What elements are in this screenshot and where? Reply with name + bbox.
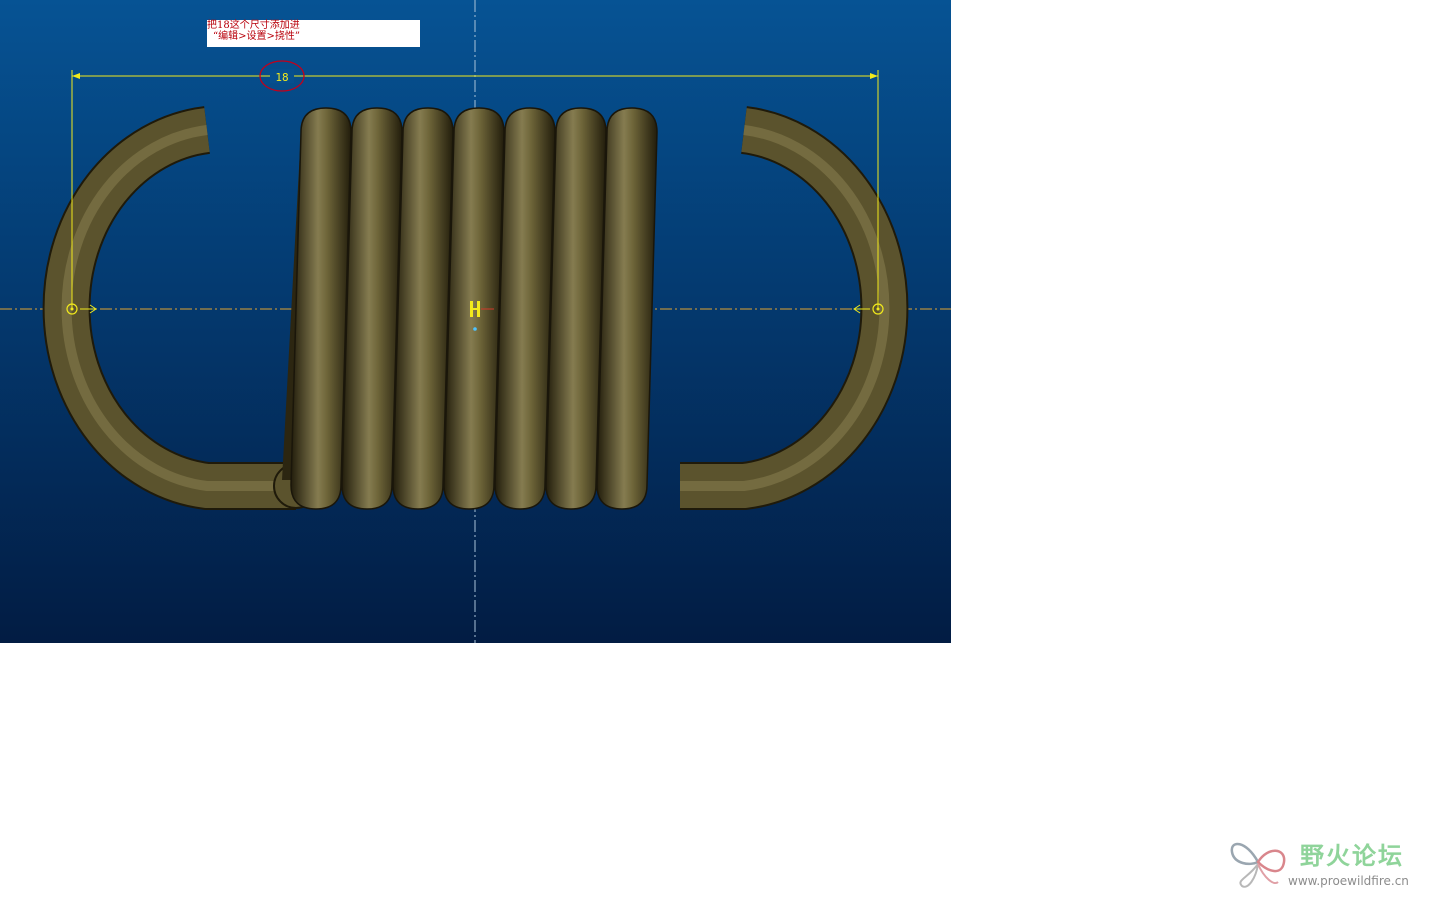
- dimension-arrow-left: [72, 73, 80, 79]
- watermark-url: www.proewildfire.cn: [1288, 874, 1409, 888]
- spring-model-canvas: 18: [0, 0, 951, 643]
- watermark-title: 野火论坛: [1300, 842, 1404, 870]
- spring-coil-7: [596, 107, 658, 510]
- butterfly-logo-icon: [1230, 842, 1286, 888]
- spring-coil-1: [290, 107, 352, 510]
- annotation-line-1: 把18这个尺寸添加进: [207, 20, 300, 31]
- spring-coil-3: [392, 107, 454, 510]
- left-hook[interactable]: [42, 106, 319, 510]
- spring-coil-5: [494, 107, 556, 510]
- annotation-note: 把18这个尺寸添加进 “编辑>设置>挠性”: [207, 20, 420, 47]
- right-hook[interactable]: [680, 106, 909, 510]
- spring-coil-2: [341, 107, 403, 510]
- watermark: 野火论坛 www.proewildfire.cn: [1228, 834, 1434, 894]
- dimension-arrow-right: [870, 73, 878, 79]
- dimension-value: 18: [275, 71, 288, 84]
- annotation-line-2: “编辑>设置>挠性”: [213, 31, 300, 42]
- model-viewport[interactable]: 18 把18这个尺寸添加进 “编辑>设置>挠性”: [0, 0, 951, 643]
- spring-coil-6: [545, 107, 607, 510]
